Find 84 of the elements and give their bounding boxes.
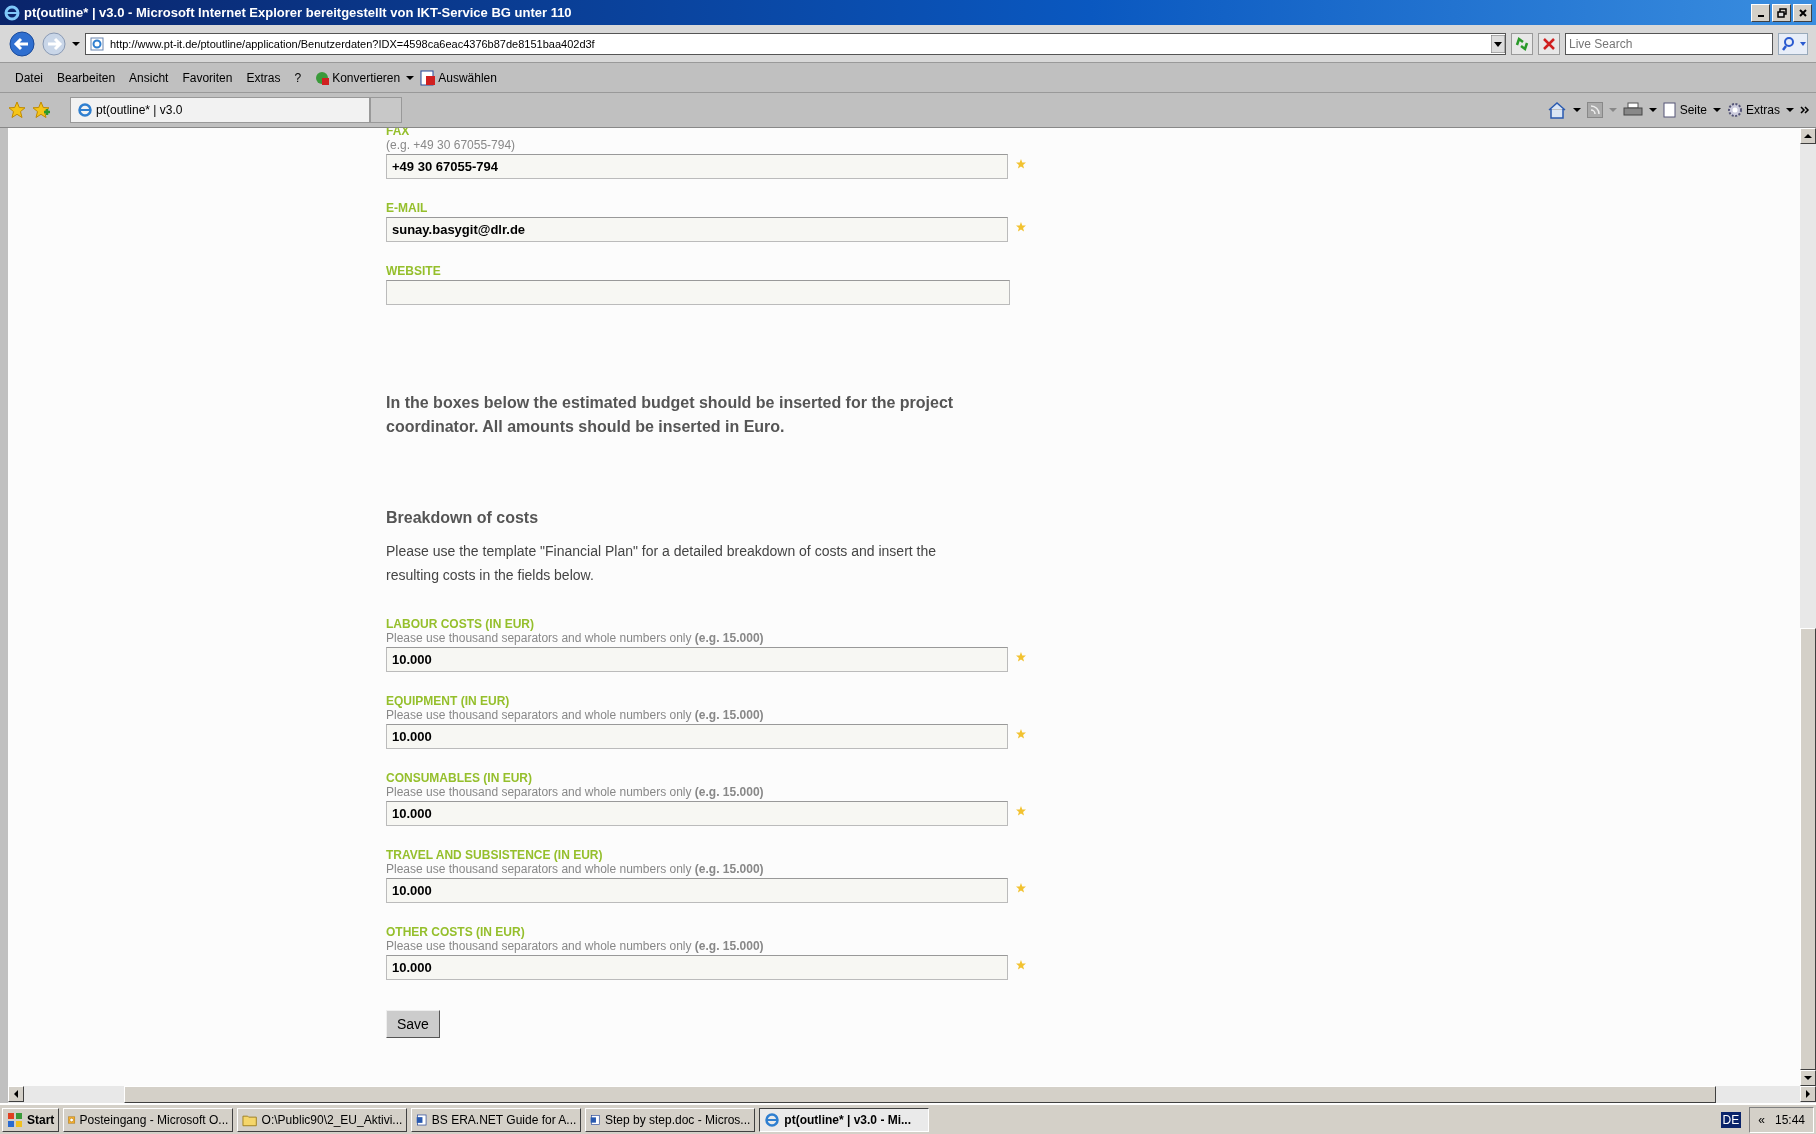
dropdown-arrow-icon[interactable] bbox=[1713, 106, 1721, 114]
document-icon bbox=[420, 69, 437, 86]
text-field[interactable]: 10.000 bbox=[386, 955, 1009, 980]
minimize-button[interactable] bbox=[1751, 3, 1770, 22]
taskbar-button[interactable]: Step by step.doc - Micros... bbox=[585, 1107, 756, 1132]
section-text: Please use the template "Financial Plan" for a detailed breakdown of costs and insert the resulting costs in the fields below. bbox=[386, 542, 938, 585]
right-arrow-icon[interactable] bbox=[1804, 1090, 1812, 1098]
home-icon[interactable] bbox=[1546, 101, 1567, 119]
search-field[interactable]: Live Search bbox=[1565, 32, 1773, 55]
left-arrow-icon[interactable] bbox=[12, 1090, 20, 1098]
close-button[interactable] bbox=[1793, 3, 1812, 22]
text-field[interactable]: 10.000 bbox=[386, 801, 1009, 826]
page-icon bbox=[90, 36, 104, 51]
restore-icon bbox=[1776, 7, 1787, 18]
section-title: Breakdown of costs bbox=[386, 509, 540, 527]
close-icon bbox=[1797, 7, 1808, 18]
minimize-icon bbox=[1757, 15, 1764, 17]
browser-logo-icon bbox=[4, 4, 20, 21]
restore-button[interactable] bbox=[1772, 3, 1791, 22]
dropdown-arrow-icon[interactable] bbox=[1572, 106, 1581, 114]
feed-icon[interactable] bbox=[1586, 102, 1603, 118]
field-hint: Please use thousand separators and whole numbers only (e.g. 15.000) bbox=[386, 708, 765, 722]
language-indicator[interactable]: DE bbox=[1720, 1111, 1742, 1128]
intro-text: In the boxes below the estimated budget should be inserted for the project coordinator. All amounts should be inserted in Euro. bbox=[386, 393, 955, 437]
menu-item[interactable]: Ansicht bbox=[122, 70, 176, 85]
taskbar-button[interactable]: O:\Public90\2_EU_Aktivi... bbox=[237, 1107, 408, 1132]
start-button[interactable]: Start bbox=[2, 1107, 60, 1132]
up-arrow-icon[interactable] bbox=[1804, 132, 1812, 140]
convert-icon bbox=[314, 69, 331, 86]
gear-icon bbox=[1727, 102, 1743, 118]
clock: 15:44 bbox=[1774, 1112, 1805, 1127]
field-label: E-MAIL bbox=[386, 201, 429, 215]
field-label: CONSUMABLES (IN EUR) bbox=[386, 771, 533, 785]
field-hint: (e.g. +49 30 67055-794) bbox=[386, 138, 517, 152]
menu-item[interactable]: ? bbox=[287, 70, 309, 85]
down-arrow-icon[interactable] bbox=[1804, 1074, 1812, 1082]
text-field[interactable]: sunay.basygit@dlr.de bbox=[386, 217, 1009, 242]
taskbar-button[interactable]: Posteingang - Microsoft O... bbox=[63, 1107, 234, 1132]
chevron-icon[interactable] bbox=[1800, 106, 1810, 114]
address-field[interactable]: http://www.pt-it.de/ptoutline/application/Benutzerdaten?IDX=4598ca6eac4376b87de8151baa402d3f bbox=[85, 32, 1506, 55]
browser-logo-icon bbox=[764, 1111, 781, 1128]
refresh-icon[interactable] bbox=[1511, 32, 1533, 55]
browser-tab[interactable]: pt(outline* | v3.0 bbox=[70, 97, 370, 123]
search-icon[interactable] bbox=[1778, 32, 1808, 55]
menu-item[interactable]: Extras bbox=[239, 70, 288, 85]
window-title: pt(outline* | v3.0 - Microsoft Internet Explorer bereitgestellt von IKT-Service BG unter 110 bbox=[24, 5, 572, 20]
taskbar-button[interactable]: pt(outline* | v3.0 - Mi... bbox=[759, 1107, 930, 1132]
vertical-scrollbar[interactable] bbox=[1800, 128, 1816, 1086]
taskbar-button[interactable]: BS ERA.NET Guide for A... bbox=[411, 1107, 582, 1132]
text-field[interactable] bbox=[386, 280, 1010, 305]
browser-logo-icon bbox=[77, 102, 93, 118]
close-icon[interactable] bbox=[1538, 32, 1560, 55]
field-hint: Please use thousand separators and whole numbers only (e.g. 15.000) bbox=[386, 939, 765, 953]
dropdown-arrow-icon[interactable] bbox=[1786, 106, 1794, 114]
star-icon[interactable] bbox=[8, 101, 26, 119]
printer-icon[interactable] bbox=[1622, 102, 1643, 118]
menu-item[interactable]: Bearbeiten bbox=[50, 70, 123, 85]
field-label: EQUIPMENT (IN EUR) bbox=[386, 694, 511, 708]
dropdown-arrow-icon[interactable] bbox=[406, 73, 415, 82]
show-hidden-icons-button[interactable]: « bbox=[1758, 1112, 1765, 1127]
text-field[interactable]: 10.000 bbox=[386, 878, 1009, 903]
field-hint: Please use thousand separators and whole numbers only (e.g. 15.000) bbox=[386, 785, 765, 799]
dropdown-arrow-icon[interactable] bbox=[72, 39, 80, 48]
menu-item[interactable]: Favoriten bbox=[175, 70, 240, 85]
field-label: WEBSITE bbox=[386, 264, 442, 278]
field-hint: Please use thousand separators and whole numbers only (e.g. 15.000) bbox=[386, 862, 765, 876]
page-icon bbox=[1662, 102, 1677, 118]
windows-logo-icon bbox=[7, 1111, 23, 1128]
field-label: LABOUR COSTS (IN EUR) bbox=[386, 617, 535, 631]
field-hint: Please use thousand separators and whole numbers only (e.g. 15.000) bbox=[386, 631, 765, 645]
convert-button[interactable]: Konvertieren bbox=[314, 69, 401, 86]
text-field[interactable]: 10.000 bbox=[386, 647, 1009, 672]
text-field[interactable]: +49 30 67055-794 bbox=[386, 154, 1009, 179]
save-button[interactable]: Save bbox=[386, 1010, 440, 1038]
document-icon bbox=[416, 1111, 428, 1128]
dropdown-arrow-icon[interactable] bbox=[1648, 106, 1657, 114]
page-menu-button[interactable]: Seite bbox=[1662, 102, 1707, 118]
field-label: TRAVEL AND SUBSISTENCE (IN EUR) bbox=[386, 848, 604, 862]
field-label: OTHER COSTS (IN EUR) bbox=[386, 925, 526, 939]
text-field[interactable]: 10.000 bbox=[386, 724, 1009, 749]
tools-menu-button[interactable]: Extras bbox=[1727, 102, 1780, 118]
select-button[interactable]: Auswählen bbox=[420, 69, 497, 86]
dropdown-arrow-icon[interactable] bbox=[1491, 34, 1505, 53]
menu-item[interactable]: Datei bbox=[8, 70, 50, 85]
